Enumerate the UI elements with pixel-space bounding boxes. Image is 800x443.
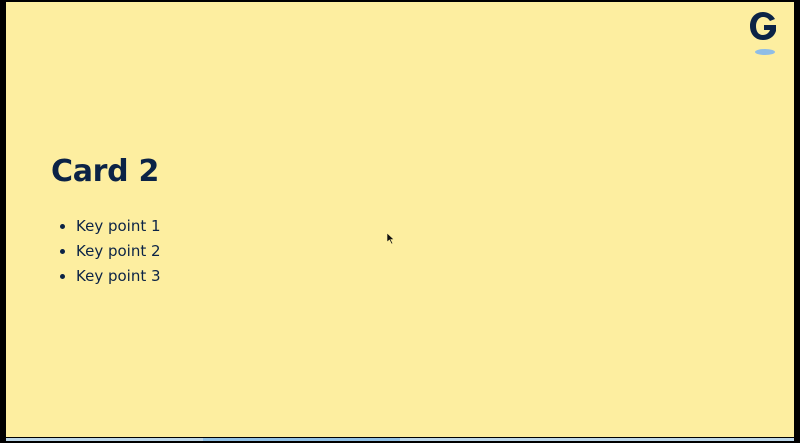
slide-title: Card 2 xyxy=(51,154,160,189)
slide-canvas[interactable]: Card 2 Key point 1 Key point 2 Key point… xyxy=(6,2,794,437)
progress-current-segment xyxy=(203,438,400,441)
mouse-pointer-icon xyxy=(387,233,395,245)
list-item: Key point 2 xyxy=(60,239,161,264)
key-points-list: Key point 1 Key point 2 Key point 3 xyxy=(51,214,161,289)
progress-track xyxy=(6,438,794,441)
list-item: Key point 3 xyxy=(60,264,161,289)
presentation-viewer: Card 2 Key point 1 Key point 2 Key point… xyxy=(0,0,800,443)
list-item: Key point 1 xyxy=(60,214,161,239)
slide-progress-bar[interactable] xyxy=(0,437,800,443)
brand-g-logo-icon xyxy=(750,12,776,55)
